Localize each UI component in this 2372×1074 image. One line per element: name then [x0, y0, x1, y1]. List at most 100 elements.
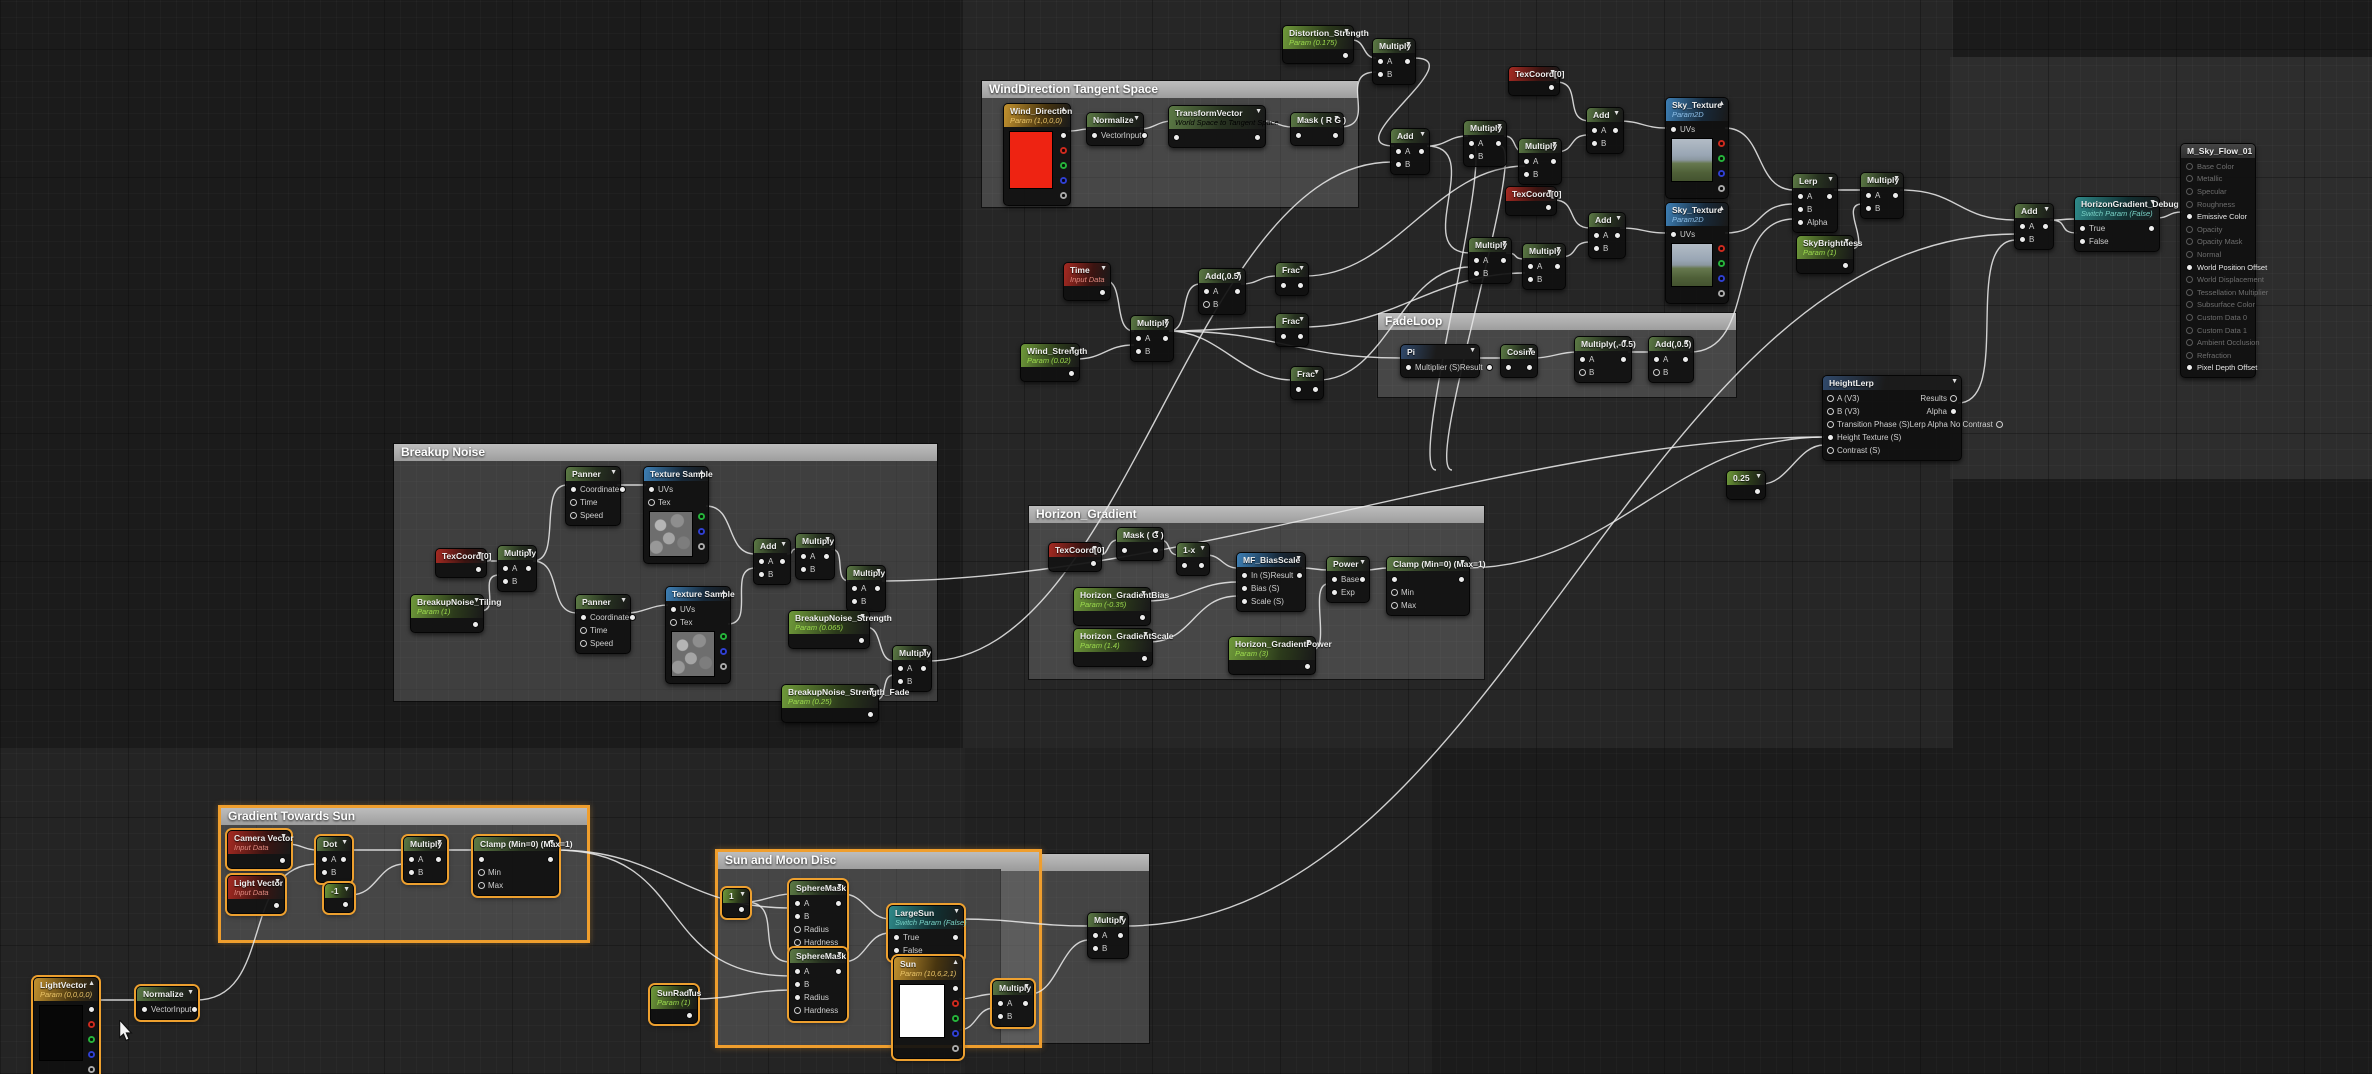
node-header[interactable]: Horizon_GradientBiasParam (-0.35)▼: [1074, 588, 1150, 611]
collapse-icon[interactable]: ▲: [698, 469, 705, 476]
node-power[interactable]: Power▼BaseExp: [1326, 556, 1370, 603]
node-header[interactable]: BreakupNoise_Strength_FadeParam (0.25)▼: [782, 685, 878, 708]
pin[interactable]: [2186, 213, 2193, 220]
pin[interactable]: [1060, 192, 1067, 199]
pin[interactable]: [794, 913, 801, 920]
pin[interactable]: [1198, 562, 1205, 569]
node-header[interactable]: MF_BiasScale▼: [1237, 553, 1305, 567]
pin[interactable]: [1718, 185, 1725, 192]
collapse-icon[interactable]: ▼: [1295, 555, 1302, 562]
collapse-icon[interactable]: ▼: [473, 597, 480, 604]
pin[interactable]: [1996, 421, 2003, 428]
pin[interactable]: [1718, 170, 1725, 177]
collapse-icon[interactable]: ▼: [1496, 123, 1503, 130]
pin[interactable]: [874, 585, 881, 592]
pin[interactable]: [997, 1000, 1004, 1007]
node-distortion-strength[interactable]: Distortion_StrengthParam (0.175)▼: [1282, 25, 1354, 64]
pin[interactable]: [893, 934, 900, 941]
collapse-icon[interactable]: ▼: [1359, 559, 1366, 566]
node-header[interactable]: Add▼: [1587, 108, 1623, 122]
pin[interactable]: [1670, 126, 1677, 133]
node-camera-vector[interactable]: Camera VectorInput Data▼: [227, 830, 291, 869]
node-texcoord-breakup[interactable]: TexCoord[0]▼: [435, 548, 487, 578]
pin[interactable]: [88, 1006, 95, 1013]
node-header[interactable]: Distortion_StrengthParam (0.175)▼: [1283, 26, 1353, 49]
node-sun[interactable]: SunParam (10,6,2,1)▲: [893, 956, 963, 1059]
pin[interactable]: [698, 528, 705, 535]
pin[interactable]: [141, 1006, 148, 1013]
node-header[interactable]: Add▼: [754, 539, 790, 553]
node-multiply-dist[interactable]: Multiply▼AB: [1372, 38, 1416, 85]
node-breakupnoise-strength-fade[interactable]: BreakupNoise_Strength_FadeParam (0.25)▼: [781, 684, 879, 723]
collapse-icon[interactable]: ▼: [1405, 41, 1412, 48]
pin[interactable]: [648, 499, 655, 506]
node-header[interactable]: TransformVectorWorld Space to Tangent Sp…: [1169, 106, 1265, 129]
pin[interactable]: [1500, 257, 1507, 264]
collapse-icon[interactable]: ▼: [1142, 631, 1149, 638]
node-const-1[interactable]: 1▼: [722, 888, 750, 918]
node-sky-brightness[interactable]: SkyBrightnessParam (1)▼: [1796, 235, 1854, 274]
node-light-vector-sm[interactable]: Light VectorInput Data▼: [227, 875, 285, 914]
pin[interactable]: [1523, 158, 1530, 165]
pin[interactable]: [1718, 140, 1725, 147]
pin[interactable]: [321, 856, 328, 863]
node-mf-biasscale[interactable]: MF_BiasScale▼In (S)ResultBias (S)Scale (…: [1236, 552, 1306, 612]
pin[interactable]: [1797, 206, 1804, 213]
pin[interactable]: [670, 606, 677, 613]
collapse-icon[interactable]: ▼: [548, 839, 555, 846]
pin[interactable]: [1718, 290, 1725, 297]
pin[interactable]: [1295, 386, 1302, 393]
pin[interactable]: [698, 543, 705, 550]
pin[interactable]: [1342, 52, 1349, 59]
pin[interactable]: [525, 565, 532, 572]
node-normalize-light[interactable]: Normalize▼VectorInput: [136, 986, 198, 1020]
pin[interactable]: [1359, 576, 1366, 583]
pin[interactable]: [1060, 177, 1067, 184]
pin[interactable]: [88, 1036, 95, 1043]
collapse-icon[interactable]: ▼: [1551, 141, 1558, 148]
pin[interactable]: [1060, 147, 1067, 154]
pin[interactable]: [1173, 134, 1180, 141]
pin[interactable]: [1527, 276, 1534, 283]
collapse-icon[interactable]: ▼: [1549, 69, 1556, 76]
pin[interactable]: [800, 553, 807, 560]
pin[interactable]: [1203, 301, 1210, 308]
pin[interactable]: [1241, 598, 1248, 605]
node-horizon-gradientpower[interactable]: Horizon_GradientPowerParam (3)▼: [1228, 636, 1316, 675]
collapse-icon[interactable]: ▲: [1718, 100, 1725, 107]
node-header[interactable]: Normalize▼: [1087, 113, 1143, 127]
pin[interactable]: [408, 856, 415, 863]
collapse-icon[interactable]: ▼: [620, 597, 627, 604]
node-add-uv1[interactable]: Add▼AB: [1390, 128, 1430, 175]
node-header[interactable]: Multiply▼: [993, 981, 1033, 995]
collapse-icon[interactable]: ▲: [88, 980, 95, 987]
pin[interactable]: [800, 566, 807, 573]
pin[interactable]: [1495, 140, 1502, 147]
pin[interactable]: [758, 571, 765, 578]
collapse-icon[interactable]: ▼: [824, 536, 831, 543]
pin[interactable]: [435, 856, 442, 863]
node-header[interactable]: Lerp▼: [1793, 174, 1837, 188]
pin[interactable]: [1241, 585, 1248, 592]
node-spheremask-1[interactable]: SphereMask▼ABRadiusHardness: [789, 880, 847, 953]
pin[interactable]: [794, 981, 801, 988]
node-texcoord-horizon[interactable]: TexCoord[0]▼: [1048, 542, 1102, 572]
node-multiply-noise-1[interactable]: Multiply▼AB: [795, 533, 835, 580]
collapse-icon[interactable]: ▼: [1459, 559, 1466, 566]
collapse-icon[interactable]: ▼: [1133, 115, 1140, 122]
pin[interactable]: [1579, 369, 1586, 376]
pin[interactable]: [2079, 225, 2086, 232]
pin[interactable]: [408, 869, 415, 876]
node-header[interactable]: Pi▼: [1401, 345, 1479, 359]
node-header[interactable]: SunRadiusParam (1)▼: [651, 986, 697, 1009]
node-pi[interactable]: Pi▼Multiplier (S)Result: [1400, 344, 1480, 378]
node-multiply-noise-3[interactable]: Multiply▼AB: [892, 645, 932, 692]
node-header[interactable]: Texture Sample▲: [666, 587, 730, 601]
collapse-icon[interactable]: ▼: [1091, 545, 1098, 552]
pin[interactable]: [794, 926, 801, 933]
node-add-half-pan[interactable]: Add(,0.5)▼AB: [1198, 268, 1246, 315]
node-header[interactable]: M_Sky_Flow_01: [2181, 144, 2255, 158]
pin[interactable]: [2186, 163, 2193, 170]
pin[interactable]: [88, 1021, 95, 1028]
pin[interactable]: [1405, 364, 1412, 371]
